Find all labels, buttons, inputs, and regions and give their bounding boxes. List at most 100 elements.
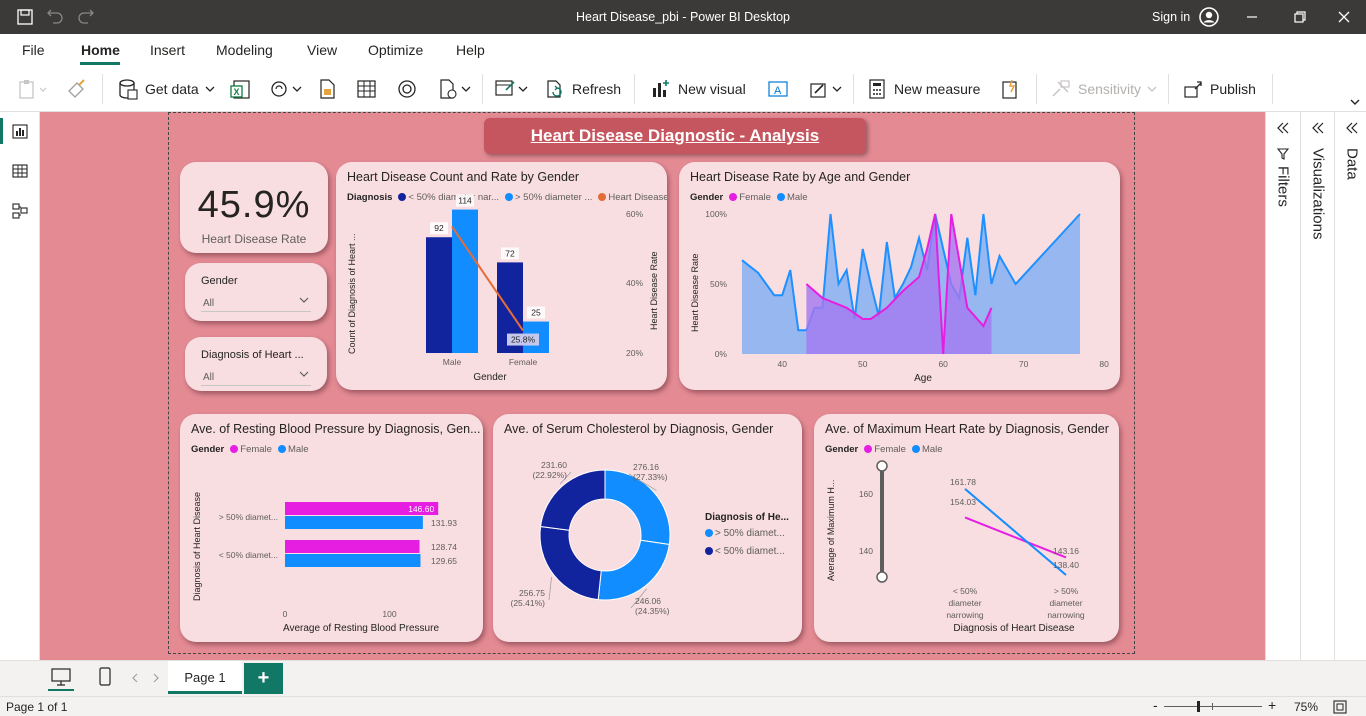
get-data-button[interactable]: Get data — [117, 78, 215, 100]
menu-view[interactable]: View — [307, 42, 337, 58]
menu-help[interactable]: Help — [456, 42, 485, 58]
blood-pressure-chart: 146.60 128.74 131.93 129.65 > 50% diamet... <… — [192, 492, 457, 634]
refresh-label: Refresh — [572, 81, 622, 97]
chevron-double-left-icon[interactable] — [1345, 122, 1359, 134]
menu-bar: File Home Insert Modeling View Optimize … — [0, 34, 1366, 66]
enter-data-button[interactable] — [356, 78, 378, 100]
menu-optimize[interactable]: Optimize — [368, 42, 423, 58]
close-icon[interactable] — [1336, 9, 1352, 25]
quick-measure-button[interactable] — [999, 78, 1021, 100]
refresh-button[interactable]: Refresh — [544, 78, 621, 100]
data-label: 246.06 — [635, 596, 661, 606]
report-title: Heart Disease Diagnostic - Analysis — [484, 118, 866, 154]
filters-label: Filters — [1274, 166, 1292, 207]
chevron-down-icon — [205, 86, 215, 92]
slicer-value[interactable]: All — [203, 298, 214, 309]
dataverse-icon — [271, 81, 302, 97]
desktop-layout-icon[interactable] — [50, 667, 72, 687]
data-label: 231.60 — [541, 460, 567, 470]
menu-file[interactable]: File — [22, 42, 45, 58]
blood-pressure-chart-card[interactable]: Ave. of Resting Blood Pressure by Diagno… — [180, 414, 483, 642]
chevron-down-icon[interactable] — [299, 370, 309, 378]
data-label: 25 — [531, 308, 541, 318]
y-tick-label: 140 — [859, 546, 873, 556]
visualizations-pane[interactable]: Visualizations — [1300, 112, 1334, 688]
data-label: 154.03 — [950, 497, 976, 507]
zoom-slider[interactable] — [1164, 706, 1262, 707]
restore-icon[interactable] — [1292, 9, 1308, 25]
table-view-icon[interactable] — [11, 162, 29, 180]
filters-pane[interactable]: Filters — [1266, 112, 1300, 688]
data-label: 143.16 — [1053, 546, 1079, 556]
sensitivity-button[interactable]: Sensitivity — [1050, 78, 1157, 100]
bar — [285, 540, 420, 553]
menu-insert[interactable]: Insert — [150, 42, 185, 58]
svg-text:A: A — [774, 85, 782, 97]
age-rate-chart: 40 50 60 70 80 100% 50% 0% Age Heart Disease Rate — [690, 209, 1109, 384]
new-measure-label: New measure — [894, 81, 981, 97]
zoom-level: 75% — [1294, 700, 1319, 714]
kpi-card[interactable]: 45.9% Heart Disease Rate — [180, 162, 328, 253]
menu-home[interactable]: Home — [81, 42, 120, 58]
excel-button[interactable]: X — [230, 78, 252, 100]
data-hub-icon — [398, 80, 416, 98]
cholesterol-chart-card[interactable]: Ave. of Serum Cholesterol by Diagnosis, … — [493, 414, 802, 642]
report-view-icon[interactable] — [11, 122, 29, 140]
x-tick-label: < 50% — [953, 586, 978, 596]
add-page-button[interactable]: + — [244, 663, 283, 694]
publish-button[interactable]: Publish — [1182, 78, 1256, 100]
heart-rate-chart-card[interactable]: Ave. of Maximum Heart Rate by Diagnosis,… — [814, 414, 1119, 642]
heart-rate-chart: 160 140 161.78 154.03 143.16 138.40 < 50% diame… — [826, 460, 1085, 634]
model-view-icon[interactable] — [11, 202, 29, 220]
chevron-right-icon[interactable] — [152, 673, 160, 683]
publish-icon — [1184, 81, 1202, 98]
chevron-double-left-icon[interactable] — [1311, 122, 1325, 134]
x-tick-label: 0 — [283, 609, 288, 619]
count-rate-chart-card[interactable]: Heart Disease Count and Rate by Gender D… — [336, 162, 667, 390]
refresh-schedule-button[interactable] — [437, 78, 473, 100]
zoom-slider-handle[interactable] — [1197, 701, 1200, 712]
menu-modeling[interactable]: Modeling — [216, 42, 273, 58]
chevron-left-icon[interactable] — [131, 673, 139, 683]
x-tick-label: diameter — [948, 598, 981, 608]
data-label: 25.8% — [511, 335, 536, 345]
diagnosis-slicer[interactable]: Diagnosis of Heart ... All — [185, 337, 327, 391]
chevron-down-icon[interactable] — [299, 296, 309, 304]
new-measure-button[interactable]: New measure — [866, 78, 980, 100]
transform-data-button[interactable] — [494, 78, 530, 100]
mobile-layout-icon[interactable] — [98, 666, 112, 688]
account-icon[interactable] — [1199, 7, 1219, 27]
minimize-icon[interactable] — [1244, 9, 1260, 25]
sign-in-link[interactable]: Sign in — [1152, 10, 1190, 24]
new-visual-button[interactable]: New visual — [650, 78, 746, 100]
data-label: 161.78 — [950, 477, 976, 487]
zoom-out-button[interactable]: - — [1153, 697, 1158, 713]
chevron-double-left-icon[interactable] — [1276, 122, 1290, 134]
tab-page-1[interactable]: Page 1 — [168, 661, 242, 694]
bar — [426, 237, 452, 353]
slicer-value[interactable]: All — [203, 372, 214, 383]
format-painter-button[interactable] — [66, 78, 88, 100]
gender-slicer[interactable]: Gender All — [185, 263, 327, 321]
active-view-indicator — [0, 118, 3, 144]
dataverse-button[interactable] — [268, 78, 304, 100]
filter-icon — [1277, 148, 1289, 160]
data-pane[interactable]: Data — [1334, 112, 1366, 688]
paste-button[interactable] — [18, 78, 48, 100]
database-icon — [119, 79, 138, 100]
recent-sources-button[interactable] — [316, 78, 338, 100]
more-visuals-button[interactable] — [808, 78, 844, 100]
y-tick-label: 0% — [715, 349, 728, 359]
text-box-button[interactable]: A — [767, 78, 789, 100]
fit-to-page-icon[interactable] — [1333, 700, 1347, 714]
chevron-down-icon — [1147, 86, 1157, 92]
data-label: 138.40 — [1053, 560, 1079, 570]
x-axis-label: Gender — [473, 372, 507, 383]
zoom-in-button[interactable]: + — [1268, 697, 1276, 713]
x-tick-label: > 50% — [1054, 586, 1079, 596]
onelake-button[interactable] — [396, 78, 418, 100]
slicer-label: Gender — [201, 275, 238, 287]
title-bar: Heart Disease_pbi - Power BI Desktop Sig… — [0, 0, 1366, 34]
age-rate-chart-card[interactable]: Heart Disease Rate by Age and Gender Gen… — [679, 162, 1120, 390]
collapse-ribbon-icon[interactable] — [1349, 98, 1361, 107]
